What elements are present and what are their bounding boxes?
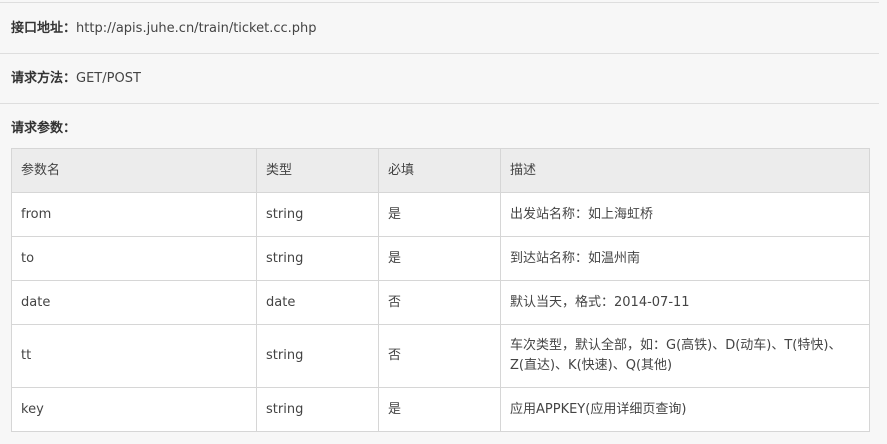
request-method-line: 请求方法：GET/POST xyxy=(11,69,141,89)
header-param-name: 参数名 xyxy=(11,148,257,193)
header-type: 类型 xyxy=(256,148,379,193)
param-desc-cell: 车次类型，默认全部，如：G(高铁)、D(动车)、T(特快)、Z(直达)、K(快速… xyxy=(500,324,870,388)
api-url-line: 接口地址：http://apis.juhe.cn/train/ticket.cc… xyxy=(11,19,317,39)
table-row: tt string 否 车次类型，默认全部，如：G(高铁)、D(动车)、T(特快… xyxy=(11,324,870,388)
divider-1 xyxy=(0,53,879,54)
param-required-cell: 否 xyxy=(378,324,501,388)
param-desc-cell: 应用APPKEY(应用详细页查询) xyxy=(500,387,870,432)
api-url-label: 接口地址： xyxy=(11,21,77,36)
request-params-label: 请求参数： xyxy=(11,121,77,136)
param-type-cell: string xyxy=(256,324,379,388)
param-name-cell: to xyxy=(11,236,257,281)
param-type-cell: string xyxy=(256,387,379,432)
param-desc-cell: 默认当天，格式：2014-07-11 xyxy=(500,280,870,325)
param-required-cell: 否 xyxy=(378,280,501,325)
request-method-label: 请求方法： xyxy=(11,71,77,86)
header-description: 描述 xyxy=(500,148,870,193)
param-type-cell: date xyxy=(256,280,379,325)
param-name-cell: tt xyxy=(11,324,257,388)
request-params-line: 请求参数： xyxy=(11,119,76,139)
header-required: 必填 xyxy=(378,148,501,193)
top-divider xyxy=(0,2,879,3)
table-row: to string 是 到达站名称：如温州南 xyxy=(11,236,870,281)
param-required-cell: 是 xyxy=(378,236,501,281)
api-url-value: http://apis.juhe.cn/train/ticket.cc.php xyxy=(76,21,317,36)
param-name-cell: from xyxy=(11,192,257,237)
params-table: 参数名 类型 必填 描述 from string 是 出发站名称：如上海虹桥 t… xyxy=(11,148,870,432)
request-method-value: GET/POST xyxy=(76,71,141,86)
divider-2 xyxy=(0,103,879,104)
table-row: key string 是 应用APPKEY(应用详细页查询) xyxy=(11,387,870,432)
param-required-cell: 是 xyxy=(378,192,501,237)
table-row: from string 是 出发站名称：如上海虹桥 xyxy=(11,192,870,237)
table-row: date date 否 默认当天，格式：2014-07-11 xyxy=(11,280,870,325)
param-required-cell: 是 xyxy=(378,387,501,432)
param-desc-cell: 出发站名称：如上海虹桥 xyxy=(500,192,870,237)
param-name-cell: date xyxy=(11,280,257,325)
param-type-cell: string xyxy=(256,192,379,237)
param-type-cell: string xyxy=(256,236,379,281)
param-desc-cell: 到达站名称：如温州南 xyxy=(500,236,870,281)
param-name-cell: key xyxy=(11,387,257,432)
table-header-row: 参数名 类型 必填 描述 xyxy=(11,148,870,193)
